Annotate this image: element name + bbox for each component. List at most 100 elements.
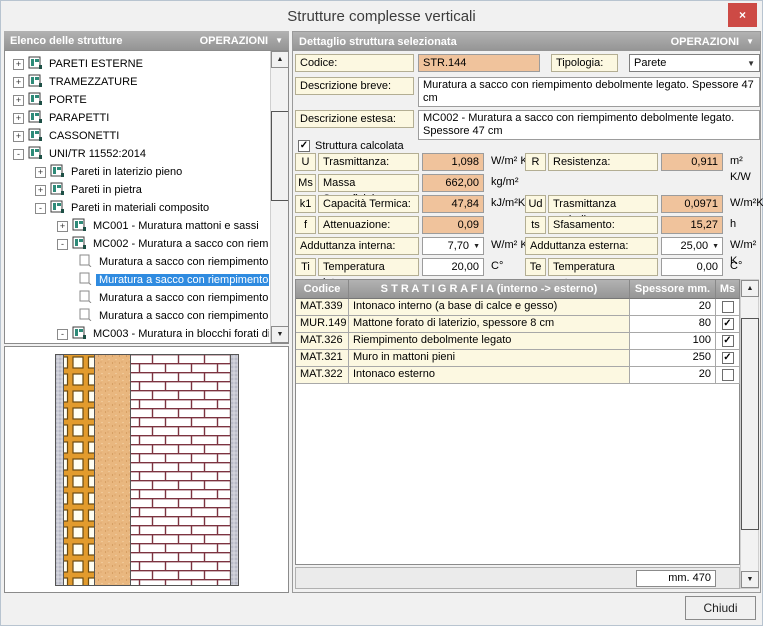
dialog-titlebar: Strutture complesse verticali × — [1, 1, 762, 30]
field-value-input[interactable]: 47,84 — [422, 195, 484, 213]
cell-spessore[interactable]: 250 — [630, 350, 716, 367]
table-row[interactable]: MAT.321 Muro in mattoni pieni 250 ✓ — [296, 350, 739, 367]
table-scroll-down-icon[interactable]: ▼ — [741, 571, 759, 588]
expand-toggle-icon[interactable]: + — [57, 221, 68, 232]
expand-toggle-icon[interactable]: + — [35, 185, 46, 196]
tipologia-label: Tipologia: — [551, 54, 618, 72]
tree-item[interactable]: Muratura a sacco con riempimento deb — [5, 289, 269, 307]
ms-checkbox[interactable] — [722, 369, 734, 381]
tree-item[interactable]: + TRAMEZZATURE — [5, 73, 269, 91]
tree-scroll-down-icon[interactable]: ▼ — [271, 326, 289, 343]
tree-item[interactable]: Muratura a sacco con riempimento deb — [5, 307, 269, 325]
table-row[interactable]: MAT.322 Intonaco esterno 20 — [296, 367, 739, 384]
expand-toggle-icon[interactable]: + — [35, 167, 46, 178]
col-header-stratigrafia: S T R A T I G R A F I A (interno -> este… — [349, 280, 630, 299]
tree-item[interactable]: + CASSONETTI — [5, 127, 269, 145]
field-value-input[interactable]: 0,00 — [661, 258, 723, 276]
chevron-down-icon[interactable]: ▼ — [712, 243, 719, 250]
table-scrollbar[interactable]: ▲ ▼ — [740, 279, 759, 589]
tree-item[interactable]: + Pareti in pietra — [5, 181, 269, 199]
expand-toggle-icon[interactable]: - — [13, 149, 24, 160]
table-scroll-up-icon[interactable]: ▲ — [741, 280, 759, 297]
field-value-input[interactable]: 1,098 — [422, 153, 484, 171]
tree-item[interactable]: + MC001 - Muratura mattoni e sassi — [5, 217, 269, 235]
tree-item[interactable]: - UNI/TR 11552:2014 — [5, 145, 269, 163]
field-value-input[interactable]: 662,00 — [422, 174, 484, 192]
tree-scroll-thumb[interactable] — [271, 111, 289, 201]
col-header-spessore: Spessore mm. — [630, 280, 716, 299]
left-operations-menu[interactable]: OPERAZIONI ▼ — [200, 35, 283, 47]
cell-codice: MAT.339 — [296, 299, 349, 316]
cell-spessore[interactable]: 20 — [630, 299, 716, 316]
expand-toggle-icon[interactable]: + — [13, 131, 24, 142]
cell-descrizione: Intonaco esterno — [349, 367, 630, 384]
tree-item[interactable]: + PARETI ESTERNE — [5, 55, 269, 73]
expand-toggle-icon[interactable]: + — [13, 59, 24, 70]
tree-item[interactable]: Muratura in blocchi forati di calcestruz… — [5, 343, 269, 344]
structure-icon — [50, 164, 64, 180]
tree-scroll-up-icon[interactable]: ▲ — [271, 51, 289, 68]
expand-toggle-icon[interactable]: - — [57, 239, 68, 250]
cell-spessore[interactable]: 100 — [630, 333, 716, 350]
tree-item-label: MC002 - Muratura a sacco con riempimen — [90, 238, 269, 250]
tree-item[interactable]: + Pareti in laterizio pieno — [5, 163, 269, 181]
cell-codice: MAT.326 — [296, 333, 349, 350]
field-value-input[interactable]: 0,911 — [661, 153, 723, 171]
expand-toggle-icon[interactable]: + — [13, 95, 24, 106]
ms-checkbox[interactable]: ✓ — [722, 335, 734, 347]
descrizione-breve-input[interactable]: Muratura a sacco con riempimento debolme… — [418, 77, 760, 107]
struttura-calcolata-row: ✓ Struttura calcolata — [298, 140, 404, 152]
tree-item-label: CASSONETTI — [46, 130, 122, 142]
structure-icon — [28, 146, 42, 162]
ms-checkbox[interactable] — [722, 301, 734, 313]
chiudi-button[interactable]: Chiudi — [685, 596, 756, 620]
table-row[interactable]: MAT.326 Riempimento debolmente legato 10… — [296, 333, 739, 350]
tree-item-label: UNI/TR 11552:2014 — [46, 148, 149, 160]
expand-toggle-icon[interactable]: + — [13, 77, 24, 88]
tree-item[interactable]: + PORTE — [5, 91, 269, 109]
field-value-input[interactable]: 25,00▼ — [661, 237, 723, 255]
table-scroll-thumb[interactable] — [741, 318, 759, 530]
cell-spessore[interactable]: 80 — [630, 316, 716, 333]
field-value-input[interactable]: 0,09 — [422, 216, 484, 234]
field-value-input[interactable]: 15,27 — [661, 216, 723, 234]
field-unit: m² K/W — [726, 153, 762, 171]
table-row[interactable]: MUR.149 Mattone forato di laterizio, spe… — [296, 316, 739, 333]
field-value-input[interactable]: 0,0971 — [661, 195, 723, 213]
structure-icon — [28, 56, 42, 72]
field-value-input[interactable]: 7,70▼ — [422, 237, 484, 255]
field-symbol: R — [525, 153, 546, 171]
field-value-input[interactable]: 20,00 — [422, 258, 484, 276]
tree-item[interactable]: - Pareti in materiali composito — [5, 199, 269, 217]
descrizione-estesa-input[interactable]: MC002 - Muratura a sacco con riempimento… — [418, 110, 760, 140]
descrizione-breve-label: Descrizione breve: — [295, 77, 414, 95]
tree-item[interactable]: Muratura a sacco con riempimento deb — [5, 253, 269, 271]
table-row[interactable]: MAT.339 Intonaco interno (a base di calc… — [296, 299, 739, 316]
tree-scrollbar[interactable]: ▲ ▼ — [270, 51, 288, 343]
tipologia-dropdown[interactable]: Parete ▼ — [629, 54, 760, 72]
expand-toggle-icon[interactable]: + — [13, 113, 24, 124]
ms-checkbox[interactable]: ✓ — [722, 352, 734, 364]
struttura-calcolata-checkbox[interactable]: ✓ — [298, 140, 310, 152]
tree-item[interactable]: Muratura a sacco con riempimento deb — [5, 271, 269, 289]
tree-item[interactable]: + PARAPETTI — [5, 109, 269, 127]
codice-value[interactable]: STR.144 — [418, 54, 540, 72]
right-operations-menu[interactable]: OPERAZIONI ▼ — [671, 36, 754, 48]
chevron-down-icon: ▼ — [275, 36, 283, 45]
structures-list-header: Elenco delle strutture OPERAZIONI ▼ — [4, 31, 289, 50]
structure-icon — [28, 110, 42, 126]
ms-checkbox[interactable]: ✓ — [722, 318, 734, 330]
expand-toggle-icon[interactable]: - — [57, 329, 68, 340]
field-unit: W/m² K — [726, 237, 762, 255]
close-button[interactable]: × — [728, 3, 757, 27]
field-unit: C° — [726, 258, 742, 276]
tree-item[interactable]: - MC002 - Muratura a sacco con riempimen — [5, 235, 269, 253]
thermal-properties: U Trasmittanza: 1,098 W/m² K R Resistenz… — [293, 153, 762, 279]
cell-ms — [716, 367, 740, 384]
tree-item[interactable]: - MC003 - Muratura in blocchi forati di … — [5, 325, 269, 343]
chevron-down-icon[interactable]: ▼ — [473, 243, 480, 250]
expand-toggle-icon[interactable]: - — [35, 203, 46, 214]
cell-codice: MUR.149 — [296, 316, 349, 333]
structure-icon — [72, 326, 86, 342]
cell-spessore[interactable]: 20 — [630, 367, 716, 384]
